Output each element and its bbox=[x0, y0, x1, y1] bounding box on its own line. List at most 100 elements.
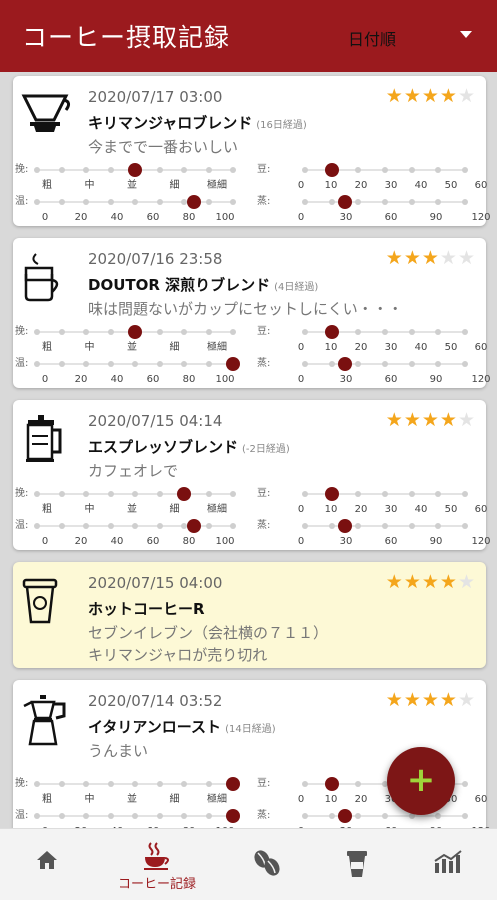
slider-step-dot bbox=[107, 523, 114, 529]
app-title: コーヒー摂取記録 bbox=[22, 23, 231, 52]
temp-thumb[interactable] bbox=[186, 519, 201, 533]
slider-step-dot bbox=[355, 781, 362, 787]
temp-thumb[interactable] bbox=[226, 357, 240, 371]
grind-thumb[interactable] bbox=[128, 325, 142, 339]
moka-pot-icon bbox=[20, 694, 76, 746]
takeout-cup-icon bbox=[345, 849, 369, 883]
nav-coffee-records[interactable]: コーヒー記録 bbox=[112, 829, 202, 900]
steam-slider[interactable]: 蒸: bbox=[257, 356, 473, 372]
beans-thumb[interactable] bbox=[324, 325, 339, 339]
grind-tick-labels: 粗 中 並 細 極細 bbox=[42, 793, 227, 807]
slider-step-dot bbox=[408, 523, 415, 529]
beans-slider[interactable]: 豆: bbox=[257, 486, 473, 502]
beans-slider[interactable]: 豆: bbox=[257, 162, 473, 178]
grind-thumb[interactable] bbox=[226, 777, 240, 791]
record-name-text: エスプレッソブレンド bbox=[88, 438, 239, 456]
slider-step-dot bbox=[205, 199, 212, 205]
record-card[interactable]: 2020/07/16 23:58 ★★★★★ DOUTOR 深煎りブレンド (4日経過… bbox=[13, 238, 491, 388]
record-note: カフェオレで bbox=[88, 460, 178, 482]
grind-slider[interactable]: 挽: bbox=[15, 776, 241, 792]
temp-slider[interactable]: 温: bbox=[15, 808, 241, 824]
steam-thumb[interactable] bbox=[338, 809, 352, 823]
temp-slider[interactable]: 温: bbox=[15, 518, 241, 534]
grind-tick-labels: 粗 中 並 細 極細 bbox=[42, 341, 227, 355]
steam-thumb[interactable] bbox=[338, 195, 352, 209]
nav-home[interactable] bbox=[2, 829, 92, 900]
slider-step-dot bbox=[302, 329, 308, 335]
rating-stars[interactable]: ★★★★★ bbox=[386, 87, 476, 106]
rating-stars[interactable]: ★★★★★ bbox=[386, 691, 476, 710]
temp-slider[interactable]: 温: bbox=[15, 194, 241, 210]
slider-step-dot bbox=[181, 781, 187, 787]
steam-slider[interactable]: 蒸: bbox=[257, 194, 473, 210]
grind-thumb[interactable] bbox=[128, 163, 142, 177]
slider-step-dot bbox=[132, 199, 138, 205]
tick-label: 10 bbox=[324, 794, 338, 805]
dropdown-arrow-icon bbox=[460, 31, 472, 38]
temp-label: 温: bbox=[15, 196, 29, 207]
nav-stats[interactable] bbox=[403, 829, 493, 900]
tick-label: 0 bbox=[297, 212, 305, 223]
grind-slider[interactable]: 挽: bbox=[15, 324, 241, 340]
slider-step-dot bbox=[302, 523, 308, 529]
tick-label: 60 bbox=[146, 536, 160, 547]
slider-step-dot bbox=[181, 167, 187, 173]
steam-thumb[interactable] bbox=[338, 519, 352, 533]
beans-thumb[interactable] bbox=[324, 163, 339, 177]
steam-thumb[interactable] bbox=[338, 357, 352, 371]
slider-step-dot bbox=[34, 329, 40, 335]
record-card[interactable]: 2020/07/17 03:00 ★★★★★ キリマンジャロブレンド (16日経過) 今… bbox=[13, 76, 491, 226]
star-icon: ★ bbox=[457, 247, 476, 269]
slider-step-dot bbox=[83, 361, 89, 367]
temp-thumb[interactable] bbox=[186, 195, 201, 209]
slider-step-dot bbox=[355, 491, 362, 497]
temp-thumb[interactable] bbox=[226, 809, 240, 823]
record-name: ホットコーヒーR bbox=[88, 598, 205, 619]
slider-step-dot bbox=[328, 361, 335, 367]
tick-label: 50 bbox=[444, 180, 458, 191]
elapsed-days: (4日経過) bbox=[274, 282, 319, 293]
slider-step-dot bbox=[462, 491, 468, 497]
beans-thumb[interactable] bbox=[324, 777, 339, 791]
slider-step-dot bbox=[435, 491, 442, 497]
grind-label: 挽: bbox=[15, 488, 29, 499]
grind-thumb[interactable] bbox=[177, 487, 191, 501]
star-icon: ★ bbox=[439, 409, 458, 431]
steam-slider[interactable]: 蒸: bbox=[257, 518, 473, 534]
slider-step-dot bbox=[382, 813, 388, 819]
beans-thumb[interactable] bbox=[324, 487, 339, 501]
temp-slider[interactable]: 温: bbox=[15, 356, 241, 372]
tick-label: 40 bbox=[414, 504, 428, 515]
tick-label: 120 bbox=[471, 212, 491, 223]
record-name-text: イタリアンロースト bbox=[88, 718, 222, 736]
tick-label: 50 bbox=[444, 342, 458, 353]
nav-cups[interactable] bbox=[312, 829, 402, 900]
slider-step-dot bbox=[156, 329, 163, 335]
slider-step-dot bbox=[156, 523, 163, 529]
slider-step-dot bbox=[156, 781, 163, 787]
record-card[interactable]: 2020/07/15 04:00 ★★★★★ ホットコーヒーR セブンイレブン（会社横… bbox=[13, 562, 486, 668]
record-list[interactable]: 2020/07/17 03:00 ★★★★★ キリマンジャロブレンド (16日経過) 今… bbox=[0, 72, 497, 828]
sort-dropdown[interactable]: 日付順 bbox=[330, 0, 497, 72]
slider-step-dot bbox=[205, 361, 212, 367]
rating-stars[interactable]: ★★★★★ bbox=[386, 249, 476, 268]
star-icon: ★ bbox=[457, 409, 476, 431]
star-icon: ★ bbox=[385, 247, 404, 269]
tick-label: 30 bbox=[384, 342, 398, 353]
steam-slider[interactable]: 蒸: bbox=[257, 808, 473, 824]
slider-step-dot bbox=[435, 813, 442, 819]
star-icon: ★ bbox=[385, 409, 404, 431]
grind-slider[interactable]: 挽: bbox=[15, 162, 241, 178]
add-record-button[interactable]: + bbox=[387, 747, 455, 815]
beans-slider[interactable]: 豆: bbox=[257, 324, 473, 340]
slider-step-dot bbox=[462, 523, 468, 529]
record-card[interactable]: 2020/07/15 04:14 ★★★★★ エスプレッソブレンド (-2日経過) カフ… bbox=[13, 400, 491, 550]
tick-label: 粗 bbox=[42, 794, 52, 805]
rating-stars[interactable]: ★★★★★ bbox=[386, 573, 476, 592]
tick-label: 並 bbox=[127, 794, 137, 805]
tick-label: 細 bbox=[169, 342, 180, 353]
grind-slider[interactable]: 挽: bbox=[15, 486, 241, 502]
slider-step-dot bbox=[355, 523, 362, 529]
nav-beans[interactable] bbox=[222, 829, 312, 900]
rating-stars[interactable]: ★★★★★ bbox=[386, 411, 476, 430]
